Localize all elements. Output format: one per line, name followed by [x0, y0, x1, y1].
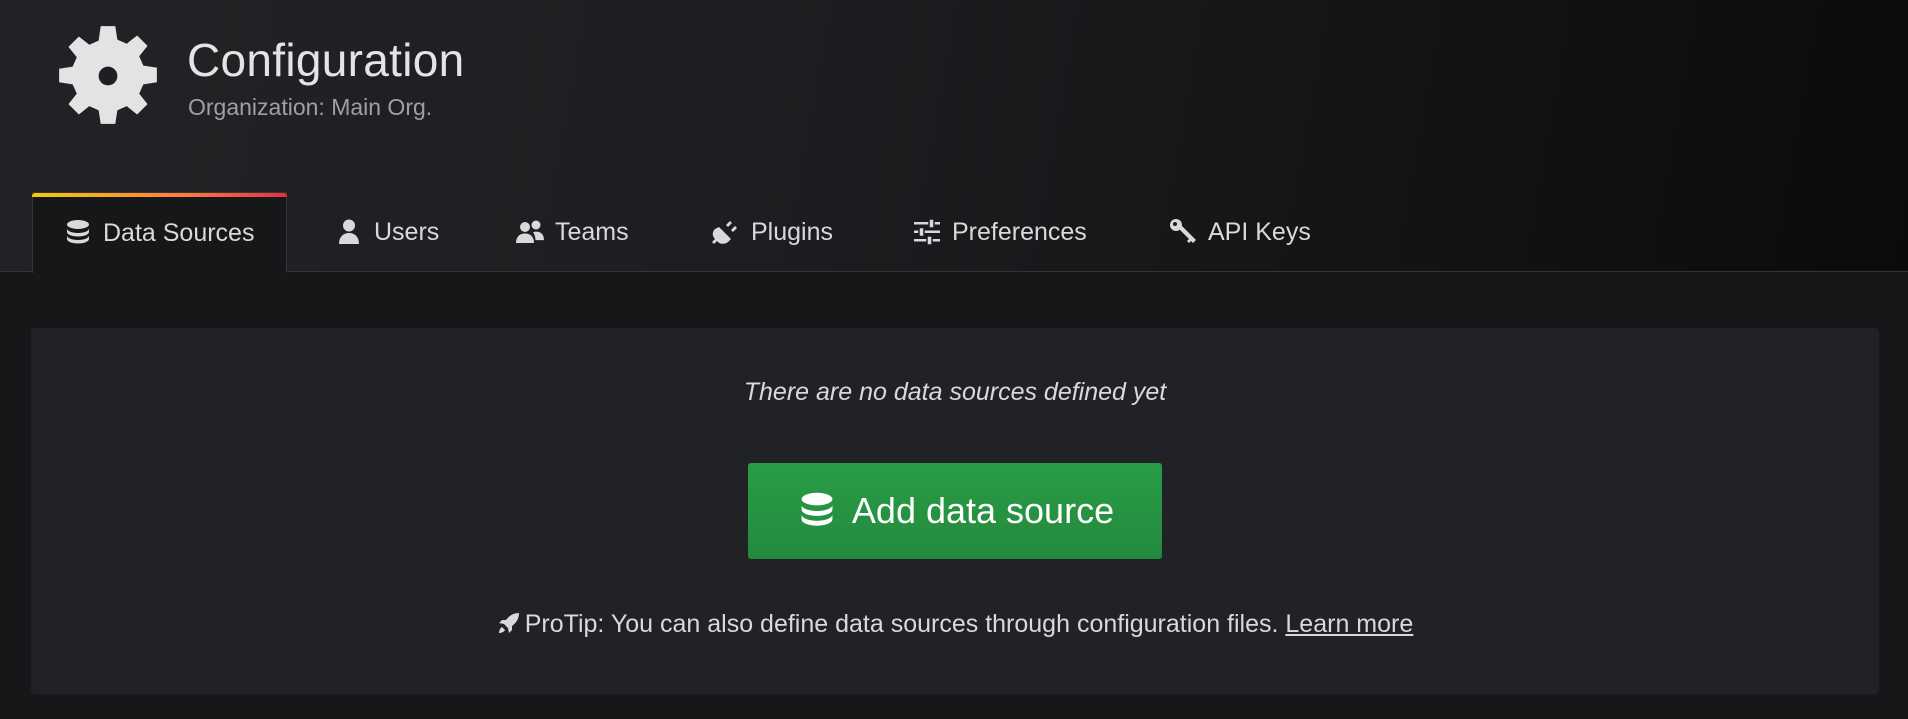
page-subtitle: Organization: Main Org.	[188, 94, 433, 120]
database-icon	[67, 220, 89, 244]
page-title: Configuration	[187, 34, 465, 86]
users-icon	[516, 220, 544, 243]
empty-state-message: There are no data sources defined yet	[743, 378, 1167, 406]
tab-plugins[interactable]: Plugins	[711, 192, 833, 272]
tab-label: Users	[374, 217, 440, 246]
key-icon	[1170, 219, 1196, 243]
learn-more-link[interactable]: Learn more	[1285, 610, 1413, 638]
protip-text: ProTip: You can also define data sources…	[524, 610, 1279, 638]
tab-data-sources[interactable]: Data Sources	[32, 192, 287, 273]
add-data-source-button[interactable]: Add data source	[748, 463, 1162, 559]
rocket-icon	[498, 613, 519, 633]
sliders-icon	[914, 218, 940, 246]
tab-users[interactable]: Users	[334, 192, 439, 272]
protip: ProTip: You can also define data sources…	[31, 610, 1879, 639]
tab-label: Preferences	[952, 217, 1087, 246]
tab-label: API Keys	[1208, 217, 1311, 246]
tab-teams[interactable]: Teams	[515, 192, 629, 272]
tab-bar: Data Sources Users Teams Plugins Prefere…	[0, 192, 1908, 273]
plug-icon	[712, 221, 737, 244]
tab-label: Teams	[555, 217, 629, 246]
tab-api-keys[interactable]: API Keys	[1168, 192, 1311, 272]
add-data-source-label: Add data source	[851, 490, 1115, 531]
tab-label: Plugins	[751, 217, 833, 246]
tab-label: Data Sources	[103, 218, 255, 247]
database-icon	[801, 492, 833, 526]
gear-icon	[59, 26, 157, 124]
empty-state-panel: There are no data sources defined yet Ad…	[31, 328, 1879, 694]
user-icon	[339, 219, 359, 244]
tab-preferences[interactable]: Preferences	[912, 192, 1087, 272]
page-header: Configuration Organization: Main Org. Da…	[0, 0, 1908, 273]
